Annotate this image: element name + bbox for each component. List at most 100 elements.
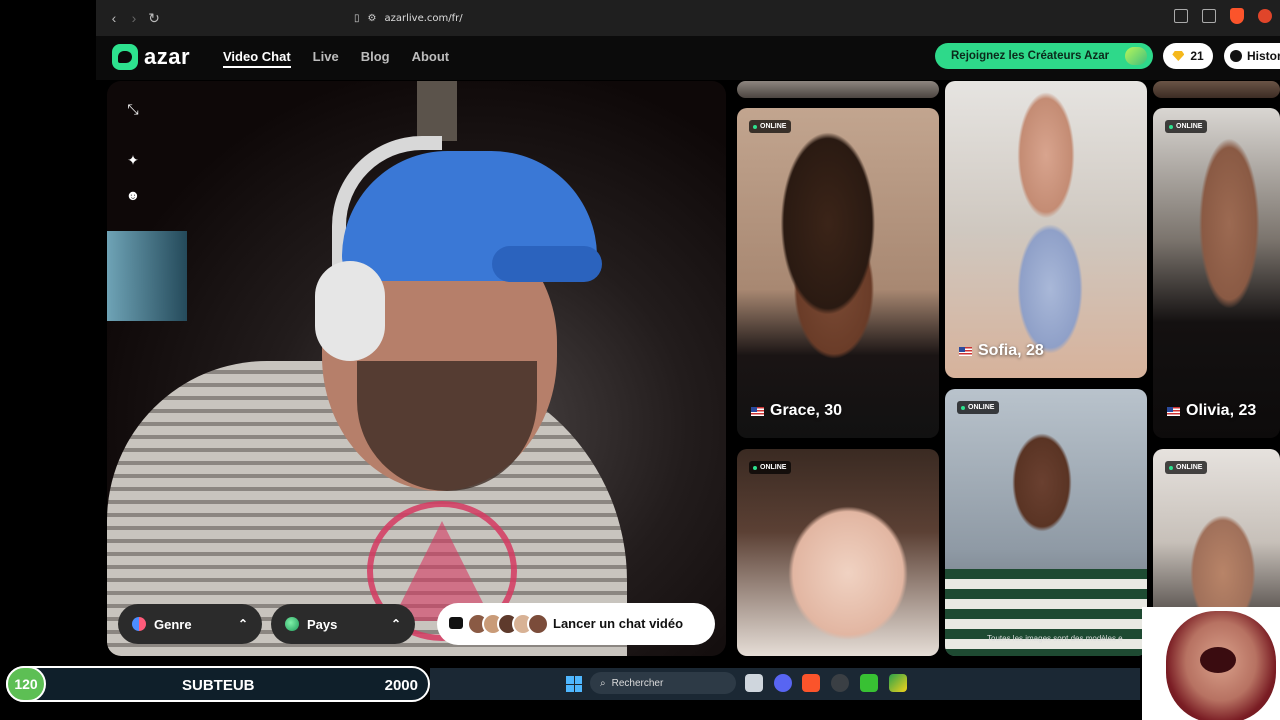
profile-photo [737,449,939,656]
profile-card-grace[interactable]: ONLINE Grace, 30 [737,108,939,438]
profile-photo [1153,108,1280,438]
cast-icon[interactable] [1174,9,1188,23]
online-dot-icon [1169,465,1173,470]
profile-photo [945,389,1147,656]
history-button[interactable]: Histor [1224,43,1280,69]
brave-icon[interactable] [802,674,820,692]
profile-card-sofia[interactable]: Sofia, 28 [945,81,1147,378]
online-dot-icon [961,405,965,410]
profile-card-olivia[interactable]: ONLINE Olivia, 23 [1153,108,1280,438]
person-cap-brim [492,246,602,282]
online-badge: ONLINE [1165,120,1208,133]
gems-balance[interactable]: 21 [1163,43,1213,69]
face-filter-icon[interactable]: ☻ [125,187,141,203]
webcam-overlay [1142,607,1280,720]
online-badge: ONLINE [1165,461,1208,474]
bookmark-icon[interactable]: ▯ [354,13,360,24]
reload-icon[interactable]: ↻ [144,8,164,28]
url-text[interactable]: azarlive.com/fr/ [384,13,462,24]
goal-target: 2000 [384,677,418,694]
goal-name: SUBTEUB [182,677,255,694]
online-badge: ONLINE [749,461,792,474]
search-icon: ⌕ [600,677,606,689]
logo-text: azar [144,44,191,69]
online-label: ONLINE [1176,123,1203,130]
online-label: ONLINE [760,123,787,130]
discord-icon[interactable] [774,674,792,692]
chevron-up-icon: ⌃ [237,617,248,631]
site-settings-icon[interactable]: ⚙ [368,13,377,24]
azar-logo[interactable]: azar [112,44,190,70]
back-icon[interactable]: ‹ [104,8,124,28]
forward-icon[interactable]: › [124,8,144,28]
profile-card-partial[interactable] [1153,81,1280,98]
globe-icon [285,617,299,631]
profile-name-text: Grace, 30 [770,402,843,419]
goal-current: 120 [6,666,46,702]
profile-photo [737,81,939,98]
profile-photo [945,81,1147,378]
profile-card[interactable]: ONLINE [737,449,939,656]
launch-video-chat-button[interactable]: Lancer un chat vidéo [437,603,715,645]
taskbar-search[interactable]: ⌕ Rechercher [590,672,736,694]
profile-card[interactable]: ONLINE [945,389,1147,656]
app-icon[interactable] [889,674,907,692]
screen: ‹ › ↻ ▯ ⚙ azarlive.com/fr/ azar Video Ch… [0,0,1280,720]
gems-count: 21 [1190,49,1204,63]
avatar-stack [459,613,549,635]
history-label: Histor [1247,49,1280,63]
online-dot-icon [753,124,757,129]
us-flag-icon [959,346,972,356]
nav-blog[interactable]: Blog [361,49,390,68]
obs-icon[interactable] [831,674,849,692]
sparkle-effects-icon[interactable]: ✦ [125,152,141,168]
task-view-icon[interactable] [745,674,763,692]
online-badge: ONLINE [957,401,1000,414]
models-disclaimer: Toutes les images sont des modèles e [987,634,1123,643]
join-creators-button[interactable]: Rejoignez les Créateurs Azar [935,43,1153,69]
main-nav: Video Chat Live Blog About [223,49,449,68]
brave-shield-icon[interactable] [1230,8,1244,24]
brave-rewards-icon[interactable] [1258,9,1272,23]
windows-taskbar: ⌕ Rechercher [430,668,1140,700]
chevron-up-icon: ⌃ [390,617,401,631]
online-label: ONLINE [1176,464,1203,471]
us-flag-icon [1167,406,1180,416]
app-icon[interactable] [860,674,878,692]
nav-about[interactable]: About [412,49,450,68]
headphone-cup [315,261,385,361]
avatar [527,613,549,635]
country-filter-label: Pays [307,616,338,632]
browser-actions [1174,8,1272,24]
profile-photo [737,108,939,438]
profile-name: Grace, 30 [751,402,842,420]
windows-start-icon[interactable] [566,676,582,692]
minimize-icon[interactable]: ⤡ [125,101,141,117]
profile-card-partial[interactable] [737,81,939,98]
nav-live[interactable]: Live [313,49,339,68]
launch-label: Lancer un chat vidéo [553,616,684,631]
profile-name-text: Sofia, 28 [978,342,1044,359]
share-icon[interactable] [1202,9,1216,23]
site-header: azar Video Chat Live Blog About Rejoigne… [96,36,1280,80]
country-filter[interactable]: Pays ⌃ [271,604,415,644]
video-preview: ⤡ ✦ ☻ [107,81,726,656]
address-bar[interactable]: ▯ ⚙ azarlive.com/fr/ [354,13,463,24]
online-dot-icon [753,465,757,470]
profile-name-text: Olivia, 23 [1186,402,1257,419]
background-light [107,231,187,321]
stream-goal-bar: 120 SUBTEUB 2000 [6,666,430,702]
online-badge: ONLINE [749,120,792,133]
gender-filter-label: Genre [154,616,192,632]
clock-icon [1230,50,1242,62]
gender-icon [132,617,146,631]
gem-icon [1172,51,1185,61]
online-label: ONLINE [968,404,995,411]
profile-name: Sofia, 28 [959,342,1044,360]
nav-video-chat[interactable]: Video Chat [223,49,291,68]
creators-decoration-icon [1125,47,1147,65]
azar-logo-icon [112,44,138,70]
online-label: ONLINE [760,464,787,471]
browser-toolbar: ‹ › ↻ ▯ ⚙ azarlive.com/fr/ [96,0,1280,36]
gender-filter[interactable]: Genre ⌃ [118,604,262,644]
